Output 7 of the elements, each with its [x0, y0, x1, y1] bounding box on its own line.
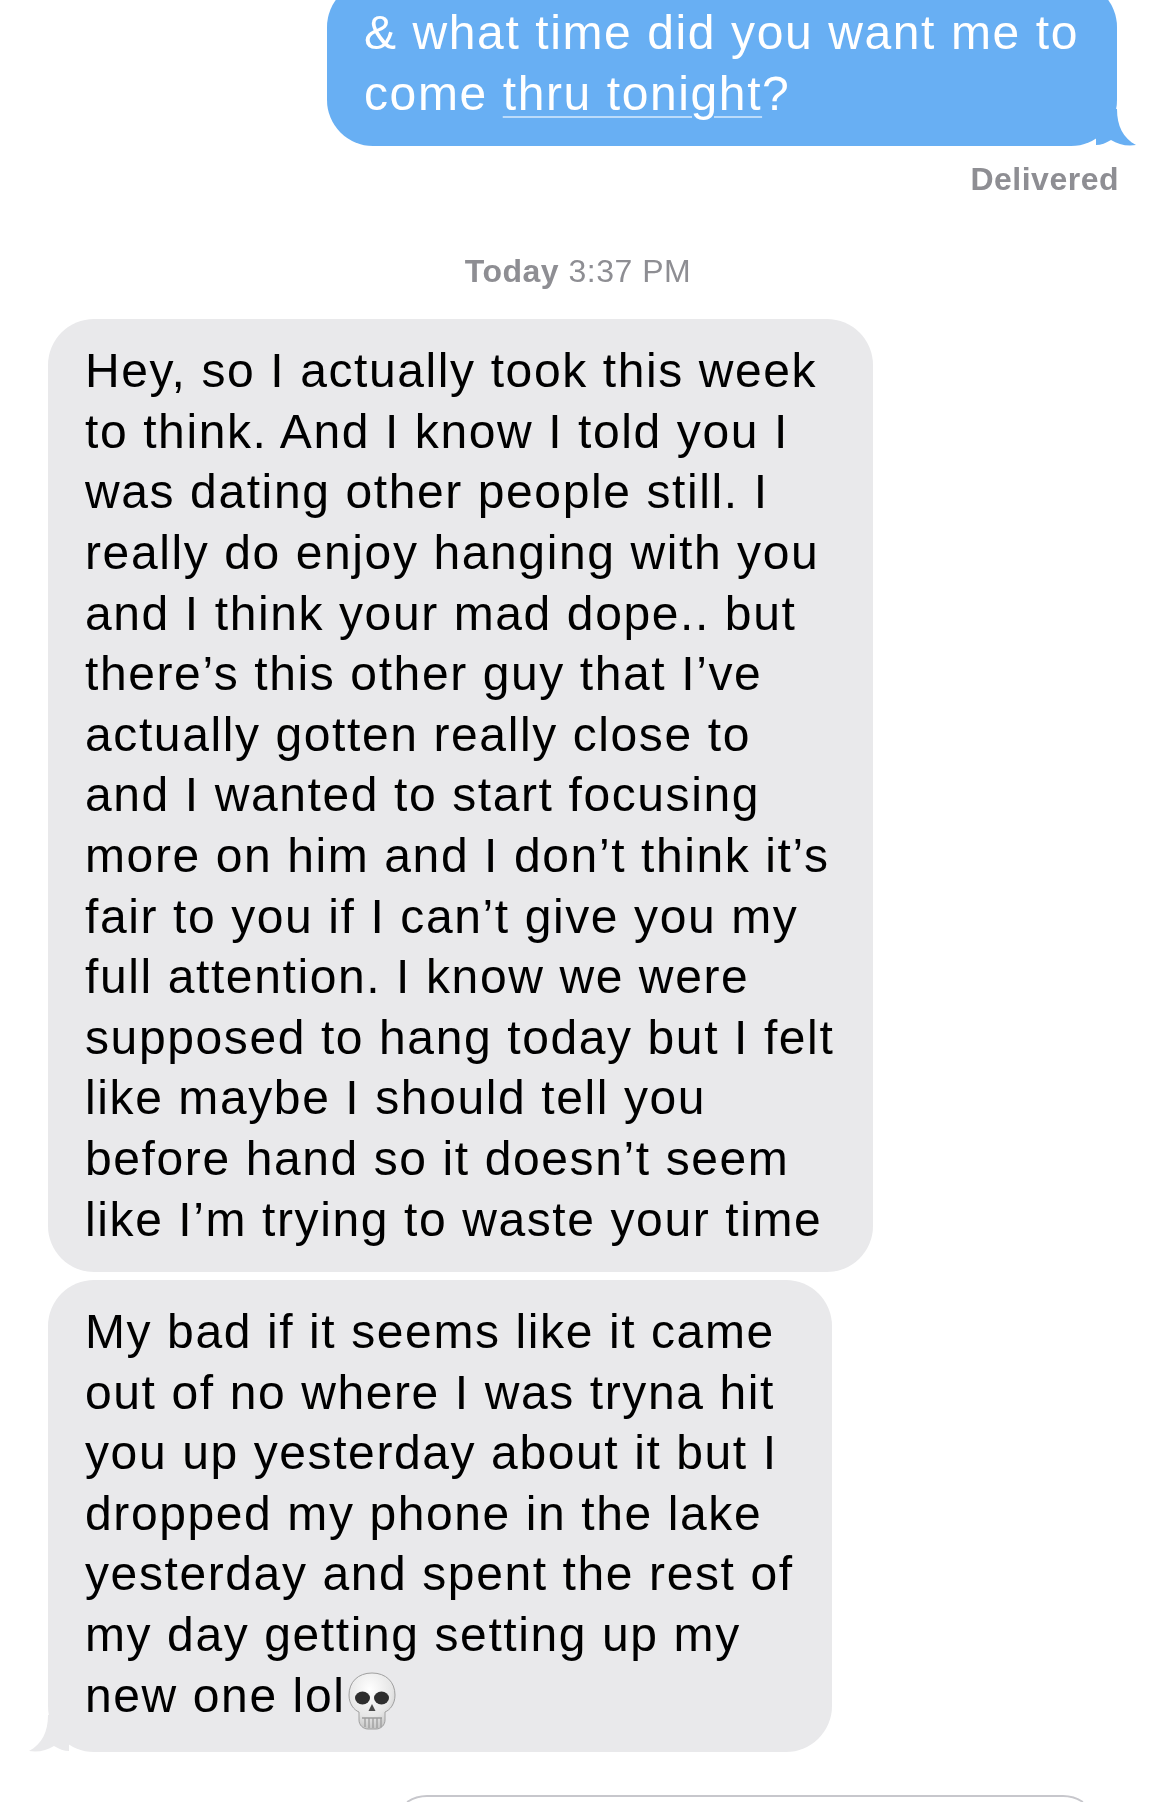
skull-emoji-icon [347, 1671, 398, 1730]
message-text: Hey, so I actually took this week to think. And I know I told you I was dating other people still. I really do enjoy hanging with you and I think your mad dope.. but there’s this other guy that I’ve actually gotten really close to and I wanted to start focusing more on him and I don’t think it’s fair to you if I can’t give you my full attention. I know we were supposed to hang today but I felt like maybe I should tell you before hand so it doesn’t seem like I’m trying to waste your time [85, 344, 835, 1246]
delivery-status: Delivered [970, 160, 1119, 199]
message-timestamp: Today 3:37 PM [464, 252, 692, 291]
message-text: & what time did you want me to come thru tonight? [364, 6, 1079, 120]
detected-link[interactable]: thru tonight [502, 66, 763, 120]
message-text: My bad if it seems like it came out of no where I was tryna hit you up yesterday about it but I dropped my phone in the lake yesterday and spent the rest of my day getting setting up my new one lol [85, 1305, 794, 1722]
